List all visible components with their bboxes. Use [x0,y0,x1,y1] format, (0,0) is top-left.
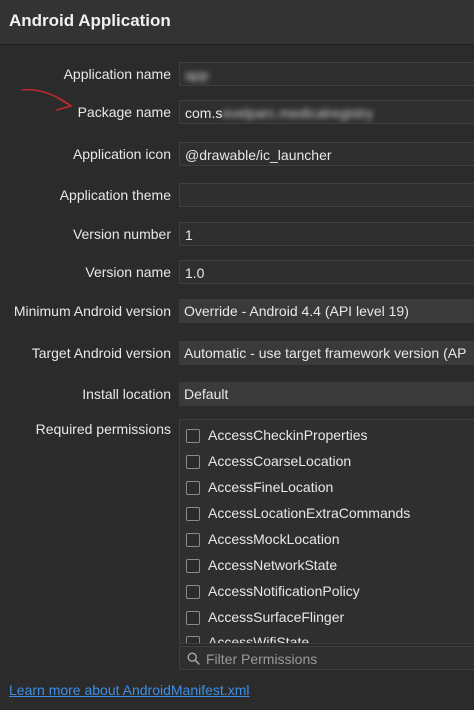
version-name-field[interactable]: 1.0 [179,260,474,284]
permission-label: AccessCoarseLocation [208,453,352,469]
application-theme-field[interactable] [179,183,474,207]
required-permissions-label: Required permissions [35,421,171,437]
target-android-version-value: Automatic - use target framework version… [184,345,467,361]
package-name-field[interactable]: com.sevelparc.medicalregistry [179,100,474,124]
permission-checkbox[interactable] [186,507,200,521]
target-android-version-label: Target Android version [31,345,171,361]
application-name-field[interactable]: app [179,62,474,86]
install-location-select[interactable]: Default [179,382,474,406]
permission-label: AccessMockLocation [208,531,340,547]
target-android-version-select[interactable]: Automatic - use target framework version… [179,341,474,365]
permission-label: AccessCheckinProperties [208,427,368,443]
package-name-value-blurred: evelparc.medicalregistry [222,105,374,121]
title-bar: Android Application [0,0,474,45]
permission-label: AccessNetworkState [208,557,338,573]
permission-checkbox[interactable] [186,481,200,495]
application-name-label: Application name [63,66,171,82]
min-android-version-value: Override - Android 4.4 (API level 19) [184,303,409,319]
permission-checkbox[interactable] [186,429,200,443]
learn-more-link[interactable]: Learn more about AndroidManifest.xml [9,682,249,698]
version-number-value: 1 [185,227,193,243]
version-name-value: 1.0 [185,265,205,281]
permission-label: AccessNotificationPolicy [208,583,360,599]
search-icon [187,652,200,665]
permission-checkbox[interactable] [186,636,200,643]
application-icon-value: @drawable/ic_launcher [185,147,332,163]
min-android-version-select[interactable]: Override - Android 4.4 (API level 19) [179,299,474,323]
permission-checkbox[interactable] [186,585,200,599]
version-name-label: Version name [85,264,171,280]
application-icon-field[interactable]: @drawable/ic_launcher [179,142,474,166]
permission-checkbox[interactable] [186,533,200,547]
permission-checkbox[interactable] [186,559,200,573]
permission-checkbox[interactable] [186,611,200,625]
permission-label: AccessSurfaceFlinger [208,609,345,625]
install-location-label: Install location [82,386,171,402]
permission-label: AccessLocationExtraCommands [208,505,411,521]
min-android-version-label: Minimum Android version [13,303,171,319]
application-theme-label: Application theme [59,187,171,203]
permission-label: AccessFineLocation [208,479,334,495]
filter-permissions-box[interactable] [179,646,474,670]
version-number-field[interactable]: 1 [179,222,474,246]
install-location-value: Default [184,386,229,402]
permissions-list[interactable]: AccessCheckinProperties AccessCoarseLoca… [179,419,474,644]
filter-permissions-input[interactable] [204,649,468,669]
application-icon-label: Application icon [72,146,171,162]
application-name-value: app [185,67,209,83]
permission-label: AccessWifiState [208,634,310,644]
package-name-label: Package name [77,104,171,120]
permission-checkbox[interactable] [186,455,200,469]
version-number-label: Version number [72,226,171,242]
page-title: Android Application [9,11,171,30]
package-name-value-prefix: com.s [185,105,223,121]
annotation-arrow-icon [21,88,72,111]
